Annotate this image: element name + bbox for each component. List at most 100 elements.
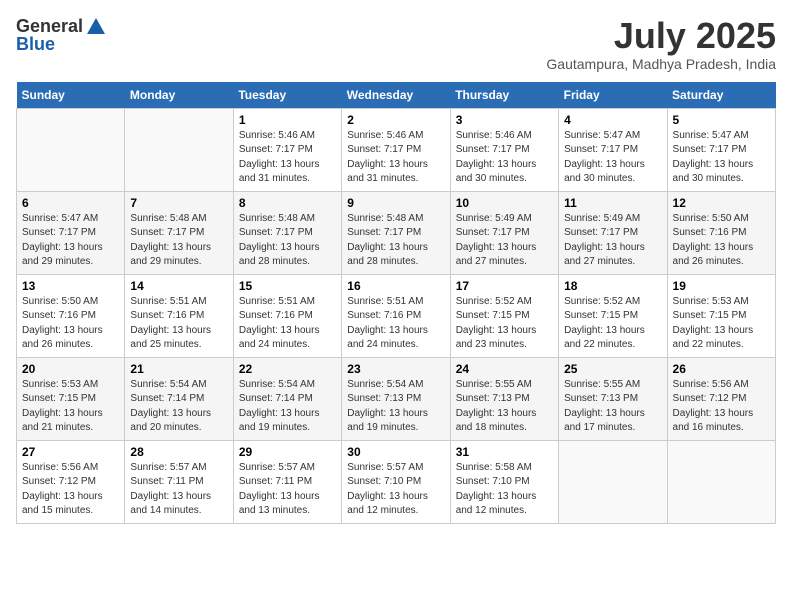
calendar-cell: 8 Sunrise: 5:48 AM Sunset: 7:17 PM Daylig… (233, 191, 341, 274)
page-header: General Blue July 2025 Gautampura, Madhy… (16, 16, 776, 72)
day-info: Sunrise: 5:51 AM Sunset: 7:16 PM Dayligh… (347, 295, 444, 353)
day-number: 21 (130, 362, 227, 376)
calendar-cell: 2Sunrise: 5:46 AM Sunset: 7:17 PM Daylig… (342, 108, 450, 191)
day-info: Sunrise: 5:57 AM Sunset: 7:11 PM Dayligh… (130, 461, 227, 519)
logo-general: General (16, 16, 83, 36)
calendar-cell: 29 Sunrise: 5:57 AM Sunset: 7:11 PM Dayli… (233, 440, 341, 523)
calendar-cell: 20 Sunrise: 5:53 AM Sunset: 7:15 PM Dayli… (17, 357, 125, 440)
weekday-header-tuesday: Tuesday (233, 82, 341, 109)
day-info: Sunrise: 5:56 AM Sunset: 7:12 PM Dayligh… (673, 378, 770, 436)
day-number: 6 (22, 196, 119, 210)
day-number: 13 (22, 279, 119, 293)
calendar-cell: 31 Sunrise: 5:58 AM Sunset: 7:10 PM Dayli… (450, 440, 558, 523)
calendar-cell: 17Sunrise: 5:52 AM Sunset: 7:15 PM Dayli… (450, 274, 558, 357)
day-number: 24 (456, 362, 553, 376)
day-info: Sunrise: 5:54 AM Sunset: 7:14 PM Dayligh… (130, 378, 227, 436)
calendar-cell (125, 108, 233, 191)
title-block: July 2025 Gautampura, Madhya Pradesh, In… (546, 16, 776, 72)
day-info: Sunrise: 5:57 AM Sunset: 7:10 PM Dayligh… (347, 461, 444, 519)
day-info: Sunrise: 5:54 AM Sunset: 7:13 PM Dayligh… (347, 378, 444, 436)
day-number: 3 (456, 113, 553, 127)
day-number: 22 (239, 362, 336, 376)
day-number: 23 (347, 362, 444, 376)
day-number: 19 (673, 279, 770, 293)
calendar-cell (667, 440, 775, 523)
day-number: 4 (564, 113, 661, 127)
day-info: Sunrise: 5:52 AM Sunset: 7:15 PM Dayligh… (564, 295, 661, 353)
calendar-cell: 12 Sunrise: 5:50 AM Sunset: 7:16 PM Dayli… (667, 191, 775, 274)
day-info: Sunrise: 5:57 AM Sunset: 7:11 PM Dayligh… (239, 461, 336, 519)
weekday-header-friday: Friday (559, 82, 667, 109)
weekday-header-thursday: Thursday (450, 82, 558, 109)
location-subtitle: Gautampura, Madhya Pradesh, India (546, 56, 776, 72)
calendar-cell: 11 Sunrise: 5:49 AM Sunset: 7:17 PM Dayli… (559, 191, 667, 274)
day-info: Sunrise: 5:50 AM Sunset: 7:16 PM Dayligh… (22, 295, 119, 353)
calendar-cell: 27Sunrise: 5:56 AM Sunset: 7:12 PM Dayli… (17, 440, 125, 523)
calendar-cell: 10Sunrise: 5:49 AM Sunset: 7:17 PM Dayli… (450, 191, 558, 274)
weekday-header-row: SundayMondayTuesdayWednesdayThursdayFrid… (17, 82, 776, 109)
day-number: 9 (347, 196, 444, 210)
calendar-cell: 28Sunrise: 5:57 AM Sunset: 7:11 PM Dayli… (125, 440, 233, 523)
day-info: Sunrise: 5:48 AM Sunset: 7:17 PM Dayligh… (239, 212, 336, 270)
calendar-cell: 5Sunrise: 5:47 AM Sunset: 7:17 PM Daylig… (667, 108, 775, 191)
weekday-header-monday: Monday (125, 82, 233, 109)
calendar-cell: 6Sunrise: 5:47 AM Sunset: 7:17 PM Daylig… (17, 191, 125, 274)
calendar-cell: 1 Sunrise: 5:46 AM Sunset: 7:17 PM Daylig… (233, 108, 341, 191)
day-number: 7 (130, 196, 227, 210)
day-number: 1 (239, 113, 336, 127)
calendar-cell: 13 Sunrise: 5:50 AM Sunset: 7:16 PM Dayli… (17, 274, 125, 357)
day-number: 15 (239, 279, 336, 293)
week-row-5: 27Sunrise: 5:56 AM Sunset: 7:12 PM Dayli… (17, 440, 776, 523)
calendar-cell: 3 Sunrise: 5:46 AM Sunset: 7:17 PM Daylig… (450, 108, 558, 191)
day-info: Sunrise: 5:55 AM Sunset: 7:13 PM Dayligh… (564, 378, 661, 436)
calendar-cell: 25 Sunrise: 5:55 AM Sunset: 7:13 PM Dayli… (559, 357, 667, 440)
weekday-header-wednesday: Wednesday (342, 82, 450, 109)
day-number: 31 (456, 445, 553, 459)
day-number: 29 (239, 445, 336, 459)
day-info: Sunrise: 5:51 AM Sunset: 7:16 PM Dayligh… (130, 295, 227, 353)
weekday-header-sunday: Sunday (17, 82, 125, 109)
day-info: Sunrise: 5:53 AM Sunset: 7:15 PM Dayligh… (22, 378, 119, 436)
calendar-table: SundayMondayTuesdayWednesdayThursdayFrid… (16, 82, 776, 524)
calendar-cell: 24 Sunrise: 5:55 AM Sunset: 7:13 PM Dayli… (450, 357, 558, 440)
day-info: Sunrise: 5:56 AM Sunset: 7:12 PM Dayligh… (22, 461, 119, 519)
day-info: Sunrise: 5:48 AM Sunset: 7:17 PM Dayligh… (130, 212, 227, 270)
calendar-cell: 9 Sunrise: 5:48 AM Sunset: 7:17 PM Daylig… (342, 191, 450, 274)
day-info: Sunrise: 5:46 AM Sunset: 7:17 PM Dayligh… (239, 129, 336, 187)
day-number: 18 (564, 279, 661, 293)
day-number: 12 (673, 196, 770, 210)
logo: General Blue (16, 16, 109, 55)
calendar-cell (17, 108, 125, 191)
week-row-3: 13 Sunrise: 5:50 AM Sunset: 7:16 PM Dayli… (17, 274, 776, 357)
calendar-cell: 4 Sunrise: 5:47 AM Sunset: 7:17 PM Daylig… (559, 108, 667, 191)
day-number: 20 (22, 362, 119, 376)
month-title: July 2025 (546, 16, 776, 56)
calendar-cell: 7 Sunrise: 5:48 AM Sunset: 7:17 PM Daylig… (125, 191, 233, 274)
day-number: 2 (347, 113, 444, 127)
weekday-header-saturday: Saturday (667, 82, 775, 109)
day-number: 11 (564, 196, 661, 210)
day-info: Sunrise: 5:51 AM Sunset: 7:16 PM Dayligh… (239, 295, 336, 353)
week-row-4: 20 Sunrise: 5:53 AM Sunset: 7:15 PM Dayli… (17, 357, 776, 440)
week-row-2: 6Sunrise: 5:47 AM Sunset: 7:17 PM Daylig… (17, 191, 776, 274)
calendar-cell: 16 Sunrise: 5:51 AM Sunset: 7:16 PM Dayli… (342, 274, 450, 357)
day-info: Sunrise: 5:55 AM Sunset: 7:13 PM Dayligh… (456, 378, 553, 436)
day-info: Sunrise: 5:49 AM Sunset: 7:17 PM Dayligh… (564, 212, 661, 270)
day-info: Sunrise: 5:50 AM Sunset: 7:16 PM Dayligh… (673, 212, 770, 270)
day-info: Sunrise: 5:47 AM Sunset: 7:17 PM Dayligh… (564, 129, 661, 187)
calendar-cell: 18 Sunrise: 5:52 AM Sunset: 7:15 PM Dayli… (559, 274, 667, 357)
day-info: Sunrise: 5:54 AM Sunset: 7:14 PM Dayligh… (239, 378, 336, 436)
day-info: Sunrise: 5:47 AM Sunset: 7:17 PM Dayligh… (673, 129, 770, 187)
day-number: 17 (456, 279, 553, 293)
day-number: 25 (564, 362, 661, 376)
day-info: Sunrise: 5:46 AM Sunset: 7:17 PM Dayligh… (456, 129, 553, 187)
calendar-cell: 19Sunrise: 5:53 AM Sunset: 7:15 PM Dayli… (667, 274, 775, 357)
day-info: Sunrise: 5:58 AM Sunset: 7:10 PM Dayligh… (456, 461, 553, 519)
day-number: 8 (239, 196, 336, 210)
calendar-cell: 22 Sunrise: 5:54 AM Sunset: 7:14 PM Dayli… (233, 357, 341, 440)
calendar-cell: 15 Sunrise: 5:51 AM Sunset: 7:16 PM Dayli… (233, 274, 341, 357)
day-info: Sunrise: 5:48 AM Sunset: 7:17 PM Dayligh… (347, 212, 444, 270)
calendar-cell: 30Sunrise: 5:57 AM Sunset: 7:10 PM Dayli… (342, 440, 450, 523)
calendar-cell: 26Sunrise: 5:56 AM Sunset: 7:12 PM Dayli… (667, 357, 775, 440)
day-number: 16 (347, 279, 444, 293)
